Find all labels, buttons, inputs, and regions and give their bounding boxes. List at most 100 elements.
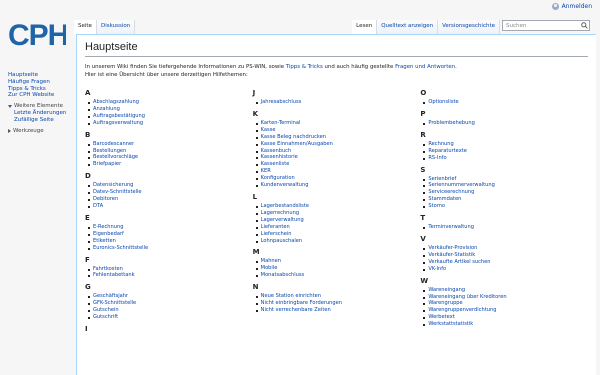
topic-link-e-rechnung[interactable]: E-Rechnung bbox=[93, 224, 123, 230]
topic-link-lagerbestandsliste[interactable]: Lagerbestandsliste bbox=[261, 203, 309, 209]
topic-link-optionsliste[interactable]: Optionsliste bbox=[428, 99, 458, 105]
topic-link-warengruppenverdichtung[interactable]: Warengruppenverdichtung bbox=[428, 307, 496, 313]
topic-link-ker[interactable]: KER bbox=[261, 168, 271, 174]
topic-link-fehlentabettank[interactable]: Fehlentabettank bbox=[93, 272, 135, 278]
topic-link-kasse[interactable]: Kasse bbox=[261, 127, 276, 133]
topic-link-mahnen[interactable]: Mahnen bbox=[261, 258, 281, 264]
topic-link-gutschein[interactable]: Gutschein bbox=[93, 307, 119, 313]
topic-link-auftragsbestaetigung[interactable]: Auftragsbestätigung bbox=[93, 113, 145, 119]
topic-link-wareneingang-ueber-kreditoren[interactable]: Wareneingang über Kreditoren bbox=[428, 294, 506, 300]
list-item: E-Rechnung bbox=[85, 224, 253, 231]
list-item: Werkstattstatistik bbox=[420, 321, 588, 328]
login-link[interactable]: Anmelden bbox=[562, 3, 592, 10]
topic-link-kassenbuch[interactable]: Kassenbuch bbox=[261, 148, 292, 154]
topic-link-etiketten[interactable]: Etiketten bbox=[93, 238, 116, 244]
topic-link-euronics-schnittstelle[interactable]: Euronics-Schnittstelle bbox=[93, 245, 148, 251]
topic-link-dta[interactable]: DTA bbox=[93, 203, 103, 209]
topic-link-verkaufte-artikel-suchen[interactable]: Verkaufte Artikel suchen bbox=[428, 259, 490, 265]
topic-link-nicht-einbringbare-forderungen[interactable]: Nicht einbringbare Forderungen bbox=[261, 300, 342, 306]
topic-link-seriennummerverwaltung[interactable]: Seriennummerverwaltung bbox=[428, 182, 494, 188]
letter-heading: D bbox=[85, 172, 91, 181]
topic-link-serviceerechnung[interactable]: Serviceerechnung bbox=[428, 189, 474, 195]
topic-link-anzahlung[interactable]: Anzahlung bbox=[93, 106, 120, 112]
topic-link-verkaeufer-statistik[interactable]: Verkäufer-Statistik bbox=[428, 252, 475, 258]
topic-link-bestellungen[interactable]: Bestellungen bbox=[93, 148, 126, 154]
topic-link-wareneingang[interactable]: Wareneingang bbox=[428, 287, 465, 293]
topic-link-stammdaten[interactable]: Stammdaten bbox=[428, 196, 461, 202]
topic-link-warengruppe[interactable]: Warengruppe bbox=[428, 300, 462, 306]
topic-link-datensicherung[interactable]: Datensicherung bbox=[93, 182, 133, 188]
sidebar-item-zufaellige-seite[interactable]: Zufällige Seite bbox=[14, 117, 74, 124]
sidebar-item-hauptseite[interactable]: Hauptseite bbox=[8, 72, 74, 79]
topic-list: Karten-Terminal Kasse Kasse Beleg nachdruc… bbox=[253, 120, 421, 189]
tab-seite[interactable]: Seite bbox=[74, 20, 97, 34]
topic-link-rechnung[interactable]: Rechnung bbox=[428, 141, 453, 147]
topic-link-mobile[interactable]: Mobile bbox=[261, 265, 278, 271]
search-input[interactable] bbox=[502, 20, 590, 31]
topic-link-auftragsverwaltung[interactable]: Auftragsverwaltung bbox=[93, 120, 143, 126]
topic-link-reparaturtexte[interactable]: Reparaturtexte bbox=[428, 148, 467, 154]
topic-link-vk-info[interactable]: VK-Info bbox=[428, 266, 446, 272]
topic-link-terminverwaltung[interactable]: Terminverwaltung bbox=[428, 224, 474, 230]
topic-link-datev-schnittstelle[interactable]: Datev-Schnittstelle bbox=[93, 189, 142, 195]
topic-link-serienbrief[interactable]: Serienbrief bbox=[428, 176, 456, 182]
faq-link[interactable]: Fragen und Antworten bbox=[395, 64, 455, 70]
tab-versionsgeschichte[interactable]: Versionsgeschichte bbox=[438, 20, 500, 34]
letter-heading: K bbox=[252, 109, 259, 118]
topic-link-storno[interactable]: Storno bbox=[428, 203, 445, 209]
topic-link-nicht-verrechenbare-zeiten[interactable]: Nicht verrechenbare Zeiten bbox=[261, 307, 331, 313]
portlet-toggle[interactable]: Weitere Elemente bbox=[8, 103, 74, 110]
topic-link-fahrtkosten[interactable]: Fahrtkosten bbox=[93, 266, 123, 272]
topic-link-lagerrechnung[interactable]: Lagerrechnung bbox=[261, 210, 299, 216]
topic-link-verkaeufer-provision[interactable]: Verkäufer-Provision bbox=[428, 245, 477, 251]
topic-link-kassenliste[interactable]: Kassenliste bbox=[261, 161, 290, 167]
topic-link-jahresabschluss[interactable]: Jahresabschluss bbox=[261, 99, 302, 105]
topic-link-kasse-beleg-nachdrucken[interactable]: Kasse Beleg nachdrucken bbox=[261, 134, 326, 140]
tab-label[interactable]: Diskussion bbox=[101, 23, 130, 29]
topic-link-debitoren[interactable]: Debitoren bbox=[93, 196, 118, 202]
topic-link-konfiguration[interactable]: Konfiguration bbox=[261, 175, 295, 181]
topic-link-gutschrift[interactable]: Gutschrift bbox=[93, 314, 118, 320]
topic-link-karten-terminal[interactable]: Karten-Terminal bbox=[261, 120, 301, 126]
topic-link-monatsabschluss[interactable]: Monatsabschluss bbox=[261, 272, 305, 278]
topic-link-abschlagszahlung[interactable]: Abschlagszahlung bbox=[93, 99, 139, 105]
sidebar-item-haeufige-fragen[interactable]: Häufige Fragen bbox=[8, 79, 74, 86]
tab-label[interactable]: Quelltext anzeigen bbox=[381, 23, 433, 29]
topic-link-rs-info[interactable]: RS-Info bbox=[428, 155, 446, 161]
topic-link-lieferanten[interactable]: Lieferanten bbox=[261, 224, 290, 230]
cph-logo[interactable]: CPH bbox=[8, 19, 66, 49]
sidebar-item-tipps-tricks[interactable]: Tipps & Tricks bbox=[8, 86, 74, 93]
list-item: Gutschrift bbox=[85, 314, 253, 321]
topic-link-kasse-einnahmen-ausgaben[interactable]: Kasse Einnahmen/Ausgaben bbox=[261, 141, 333, 147]
tab-label[interactable]: Versionsgeschichte bbox=[442, 23, 495, 29]
topic-link-werkstattstatistik[interactable]: Werkstattstatistik bbox=[428, 321, 473, 327]
letter-heading: I bbox=[85, 324, 88, 333]
topic-link-barcodescanner[interactable]: Barcodescanner bbox=[93, 141, 134, 147]
topic-link-bestellvorschlaege[interactable]: Bestellvorschläge bbox=[93, 154, 138, 160]
topic-link-lagerverwaltung[interactable]: Lagerverwaltung bbox=[261, 217, 304, 223]
topic-link-kundenverwaltung[interactable]: Kundenverwaltung bbox=[261, 182, 309, 188]
topic-link-lieferschein[interactable]: Lieferschein bbox=[261, 231, 292, 237]
topic-link-kassenhistorie[interactable]: Kassenhistorie bbox=[261, 154, 298, 160]
tab-diskussion[interactable]: Diskussion bbox=[96, 20, 136, 34]
namespace-tabs: Seite Diskussion bbox=[74, 20, 136, 34]
tips-tricks-link[interactable]: Tipps & Tricks bbox=[286, 64, 323, 70]
tab-quelltext-anzeigen[interactable]: Quelltext anzeigen bbox=[377, 20, 439, 34]
list-item: Karten-Terminal bbox=[253, 120, 421, 127]
topic-link-problembehebung[interactable]: Problembehebung bbox=[428, 120, 474, 126]
portlet-toggle[interactable]: Werkzeuge bbox=[8, 128, 74, 135]
topic-link-gfk-schnittstelle[interactable]: GFK-Schnittstelle bbox=[93, 300, 136, 306]
search-icon[interactable] bbox=[581, 22, 588, 29]
topic-link-geschaeftsjahr[interactable]: Geschäftsjahr bbox=[93, 293, 128, 299]
tab-label[interactable]: Seite bbox=[78, 23, 92, 29]
sidebar-item-letzte-aenderungen[interactable]: Letzte Änderungen bbox=[14, 110, 74, 117]
topic-link-werbetext[interactable]: Werbetext bbox=[428, 314, 454, 320]
sidebar-item-zur-cph-website[interactable]: Zur CPH Website bbox=[8, 92, 74, 99]
topic-link-briefpapier[interactable]: Briefpapier bbox=[93, 161, 121, 167]
tab-label[interactable]: Lesen bbox=[356, 23, 372, 29]
topic-link-neue-station-einrichten[interactable]: Neue Station einrichten bbox=[261, 293, 321, 299]
tab-lesen[interactable]: Lesen bbox=[352, 20, 378, 34]
topic-link-lohnpauschalen[interactable]: Lohnpauschalen bbox=[261, 238, 303, 244]
topic-link-eigenbedarf[interactable]: Eigenbedarf bbox=[93, 231, 124, 237]
list-item: Nicht einbringbare Forderungen bbox=[253, 300, 421, 307]
